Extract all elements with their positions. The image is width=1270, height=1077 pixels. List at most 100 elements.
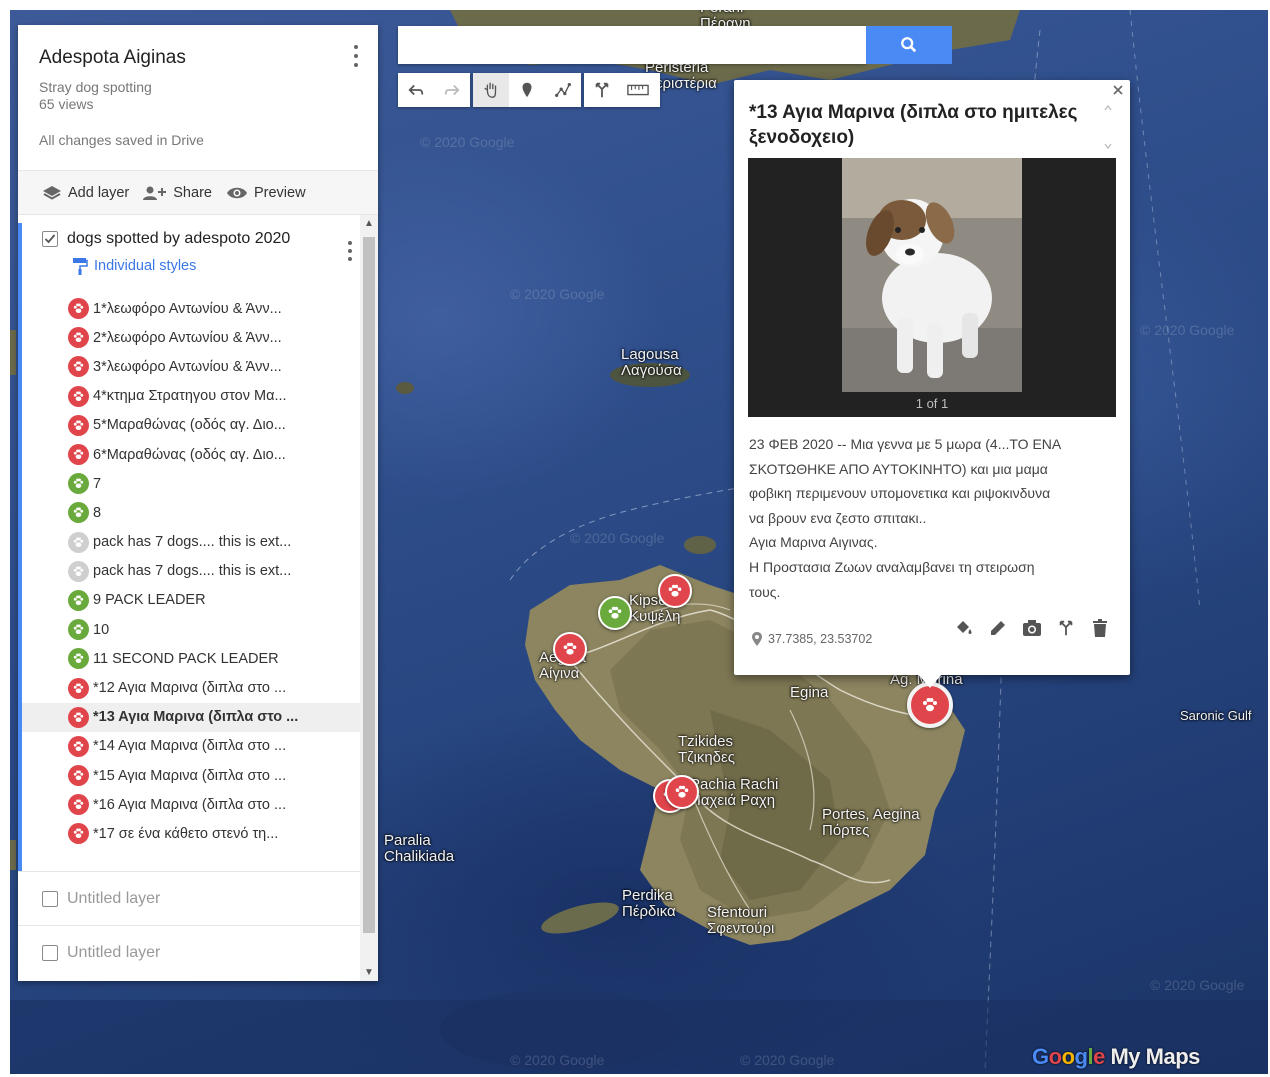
map-marker[interactable] xyxy=(598,596,632,630)
hand-icon[interactable] xyxy=(473,73,509,107)
ruler-icon[interactable] xyxy=(620,73,656,107)
directions-icon[interactable] xyxy=(584,73,620,107)
preview-button[interactable]: Preview xyxy=(226,185,306,201)
feature-popup: *13 Αγια Μαρινα (διπλα στο ημιτελες ξενο… xyxy=(734,80,1130,675)
feature-label: *16 Αγια Μαρινα (διπλα στο ... xyxy=(93,796,287,813)
description-line: τους. xyxy=(749,583,781,600)
paw-icon xyxy=(68,298,89,320)
feature-item[interactable]: *12 Αγια Μαρινα (διπλα στο ... xyxy=(22,673,360,702)
layer-checkbox[interactable] xyxy=(42,231,58,247)
layer-checkbox[interactable] xyxy=(42,944,58,961)
map-marker[interactable] xyxy=(665,775,699,809)
feature-item[interactable]: 7 xyxy=(22,469,360,498)
feature-item[interactable]: *13 Αγια Μαρινα (διπλα στο ... xyxy=(22,702,360,732)
paint-bucket-icon[interactable] xyxy=(954,618,974,638)
feature-label: 6*Μαραθώνας (οδός αγ. Διο... xyxy=(93,446,286,463)
feature-label: pack has 7 dogs.... this is ext... xyxy=(93,534,292,551)
map-title[interactable]: Adespota Aiginas xyxy=(39,47,358,69)
feature-label: 8 xyxy=(93,504,102,521)
pencil-icon[interactable] xyxy=(988,618,1008,638)
map-marker[interactable] xyxy=(658,574,692,608)
camera-icon[interactable] xyxy=(1022,618,1042,638)
sidebar-scrollbar[interactable]: ▲ ▼ xyxy=(360,215,378,981)
search-button[interactable] xyxy=(866,26,952,64)
layer-checkbox[interactable] xyxy=(42,890,58,907)
feature-item[interactable]: 9 PACK LEADER xyxy=(22,586,360,615)
map-info: Adespota Aiginas Stray dog spotting 65 v… xyxy=(18,25,378,171)
feature-item[interactable]: *17 σε ένα κάθετο στενό τη... xyxy=(22,819,360,848)
description-line: Αγια Μαρινα Αιγινας. xyxy=(749,534,878,551)
title-scroll[interactable] xyxy=(1102,102,1114,152)
map-watermark: © 2020 Google xyxy=(510,1052,605,1068)
feature-item[interactable]: 6*Μαραθώνας (οδός αγ. Διο... xyxy=(22,440,360,469)
extra-toolbar xyxy=(584,73,660,107)
feature-item[interactable]: 8 xyxy=(22,498,360,527)
feature-label: pack has 7 dogs.... this is ext... xyxy=(93,563,292,580)
close-icon[interactable] xyxy=(1110,82,1126,98)
untitled-layer: Untitled layer xyxy=(18,871,360,925)
trash-icon[interactable] xyxy=(1090,618,1110,638)
layers-icon xyxy=(43,185,61,200)
feature-item[interactable]: 1*λεωφόρο Αντωνίου & Άνν... xyxy=(22,294,360,323)
map-options-menu-icon[interactable] xyxy=(352,45,360,67)
add-layer-label: Add layer xyxy=(68,184,130,201)
feature-item[interactable]: 4*κτημα Στρατηγου στον Μα... xyxy=(22,382,360,411)
redo-icon[interactable] xyxy=(434,73,470,107)
feature-item[interactable]: 11 SECOND PACK LEADER xyxy=(22,644,360,673)
add-layer-button[interactable]: Add layer xyxy=(42,185,129,201)
paw-icon xyxy=(68,765,89,787)
feature-item[interactable]: *14 Αγια Μαρινα (διπλα στο ... xyxy=(22,732,360,761)
place-label-egina: Egina xyxy=(790,684,829,701)
sidebar-actions: Add layer Share Preview xyxy=(18,171,378,215)
feature-item[interactable]: 5*Μαραθώνας (οδός αγ. Διο... xyxy=(22,411,360,440)
directions-icon[interactable] xyxy=(1056,618,1076,638)
add-person-icon xyxy=(143,186,167,200)
share-button[interactable]: Share xyxy=(143,185,212,201)
map-views: 65 views xyxy=(39,96,94,112)
share-label: Share xyxy=(173,184,212,201)
paint-roller-icon xyxy=(73,258,88,275)
marker-icon[interactable] xyxy=(509,73,545,107)
layer-header: dogs spotted by adespoto 2020 xyxy=(22,223,360,255)
map-watermark: © 2020 Google xyxy=(510,286,605,302)
layer-options-menu-icon[interactable] xyxy=(346,241,354,261)
undo-icon[interactable] xyxy=(398,73,434,107)
feature-item[interactable]: 10 xyxy=(22,615,360,644)
search-input[interactable] xyxy=(398,26,866,64)
scroll-down-icon[interactable]: ▼ xyxy=(364,967,374,978)
photo-viewer[interactable]: 1 of 1 xyxy=(748,158,1116,417)
paw-icon xyxy=(68,444,89,466)
popup-description[interactable]: 23 ΦΕΒ 2020 -- Μια γεννα με 5 μωρα (4...… xyxy=(749,432,1109,604)
feature-item[interactable]: 2*λεωφόρο Αντωνίου & Άνν... xyxy=(22,323,360,352)
feature-item[interactable]: pack has 7 dogs.... this is ext... xyxy=(22,528,360,557)
layer-name[interactable]: Untitled layer xyxy=(67,890,160,908)
feature-label: *13 Αγια Μαρινα (διπλα στο ... xyxy=(93,709,299,726)
place-label-perdika: Perdika Πέρδικα xyxy=(622,887,676,920)
feature-item[interactable]: pack has 7 dogs.... this is ext... xyxy=(22,557,360,586)
dog-photo[interactable] xyxy=(842,158,1022,392)
layer-name[interactable]: Untitled layer xyxy=(67,944,160,962)
feature-item[interactable]: *16 Αγια Μαρινα (διπλα στο ... xyxy=(22,790,360,819)
feature-label: *15 Αγια Μαρινα (διπλα στο ... xyxy=(93,767,287,784)
feature-item[interactable]: *15 Αγια Μαρινα (διπλα στο ... xyxy=(22,761,360,790)
map-watermark: © 2020 Google xyxy=(570,530,665,546)
paw-icon xyxy=(68,531,89,553)
coordinates: 37.7385, 23.53702 xyxy=(752,632,872,646)
map-marker[interactable] xyxy=(553,632,587,666)
scrollbar-thumb[interactable] xyxy=(363,237,375,933)
place-label-paralia: Paralia Chalikiada xyxy=(384,832,455,865)
feature-label: 4*κτημα Στρατηγου στον Μα... xyxy=(93,388,287,405)
map-marker-selected[interactable] xyxy=(907,682,953,728)
layer-list: dogs spotted by adespoto 2020 Individual… xyxy=(18,215,360,981)
feature-item[interactable]: 3*λεωφόρο Αντωνίου & Άνν... xyxy=(22,352,360,381)
layer-name[interactable]: dogs spotted by adespoto 2020 xyxy=(67,230,290,248)
style-row: Individual styles xyxy=(22,255,360,277)
eye-icon xyxy=(226,187,247,198)
individual-styles-link[interactable]: Individual styles xyxy=(94,258,196,274)
draw-line-icon[interactable] xyxy=(545,73,581,107)
popup-title[interactable]: *13 Αγια Μαρινα (διπλα στο ημιτελες ξενο… xyxy=(749,100,1094,150)
popup-pointer xyxy=(918,674,942,688)
paw-icon xyxy=(68,589,89,611)
scroll-up-icon[interactable]: ▲ xyxy=(364,218,374,229)
map-description[interactable]: Stray dog spotting xyxy=(39,79,358,96)
